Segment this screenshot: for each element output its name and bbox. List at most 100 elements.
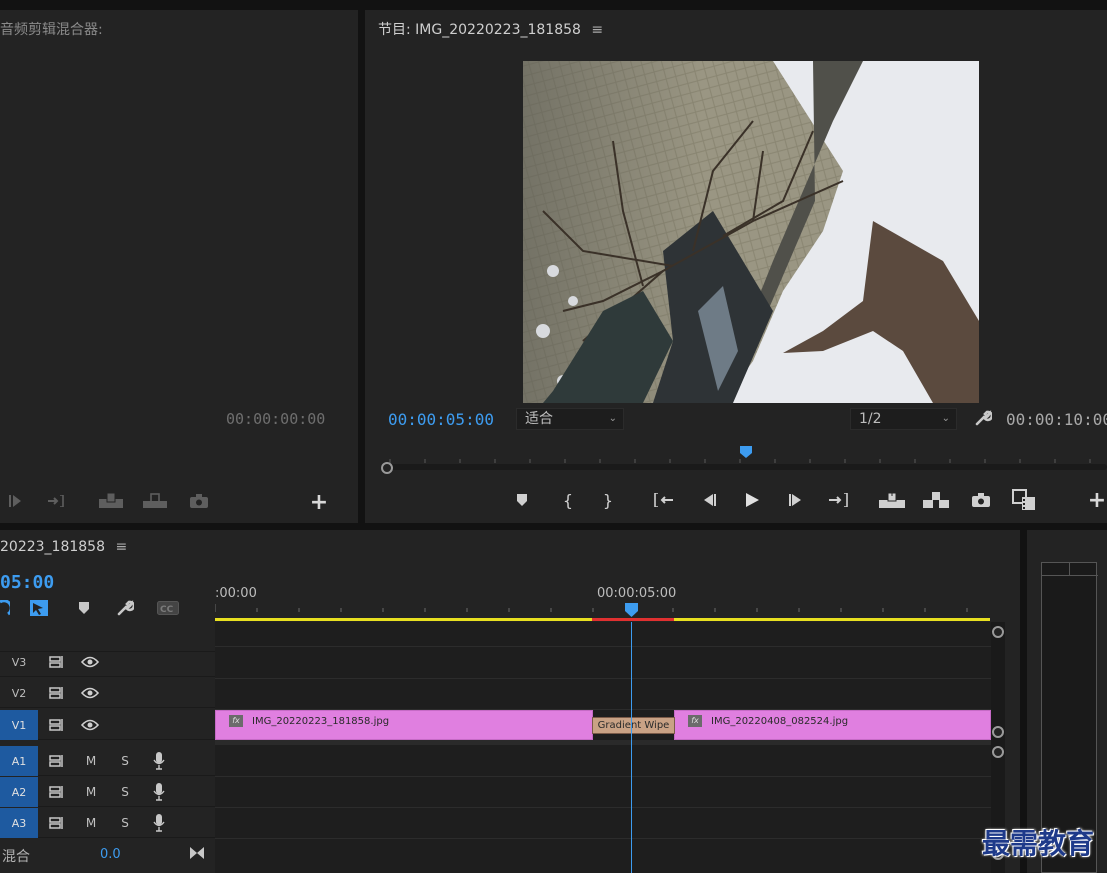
mute-button[interactable]: M xyxy=(82,752,100,770)
sync-lock-icon[interactable] xyxy=(48,783,66,801)
mark-in-icon[interactable]: { xyxy=(559,490,577,510)
fx-badge[interactable]: fx xyxy=(688,715,702,727)
panel-title: 音频剪辑混合器: xyxy=(0,22,103,38)
overwrite-icon[interactable] xyxy=(142,491,168,511)
sequence-tab-name[interactable]: 20223_181858 xyxy=(0,539,105,555)
scrub-track[interactable] xyxy=(388,464,1107,470)
fx-badge[interactable]: fx xyxy=(229,715,243,727)
microphone-icon[interactable] xyxy=(150,814,168,832)
add-button-icon[interactable]: + xyxy=(308,490,330,515)
program-monitor-panel: 节目: IMG_20220223_181858 ≡ 00:00:05:00 适合… xyxy=(365,10,1107,523)
extract-icon[interactable] xyxy=(922,490,950,510)
render-bar xyxy=(592,618,674,621)
track-header-a3: A3 M S xyxy=(0,808,215,838)
playhead-marker-icon[interactable] xyxy=(739,444,753,458)
zoom-level-select[interactable]: 适合 ⌄ xyxy=(516,408,624,430)
track-label[interactable]: V1 xyxy=(0,710,38,740)
chevron-down-icon: ⌄ xyxy=(941,413,950,424)
go-to-out-icon[interactable] xyxy=(826,490,850,510)
sync-lock-icon[interactable] xyxy=(48,684,66,702)
mix-value[interactable]: 0.0 xyxy=(100,847,121,862)
camera-icon[interactable] xyxy=(188,491,210,511)
playback-resolution-select[interactable]: 1/2 ⌄ xyxy=(850,408,957,430)
sync-lock-icon[interactable] xyxy=(48,653,66,671)
captions-icon[interactable]: CC xyxy=(156,598,180,618)
track-header-a1: A1 M S xyxy=(0,746,215,776)
track-divider xyxy=(215,776,991,777)
step-forward-icon[interactable] xyxy=(785,490,807,510)
mute-button[interactable]: M xyxy=(82,814,100,832)
track-label[interactable]: A2 xyxy=(0,777,38,807)
hamburger-icon[interactable]: ≡ xyxy=(591,22,603,38)
microphone-icon[interactable] xyxy=(150,752,168,770)
transition-clip[interactable]: Gradient Wipe xyxy=(592,717,675,734)
track-area[interactable] xyxy=(215,622,991,873)
audio-clip-mixer-panel: 音频剪辑混合器: 00:00:00:00 + xyxy=(0,10,358,523)
track-label[interactable]: V2 xyxy=(0,678,38,708)
wrench-icon[interactable] xyxy=(114,598,136,618)
mute-button[interactable]: M xyxy=(82,783,100,801)
track-divider xyxy=(215,807,991,808)
add-marker-icon[interactable] xyxy=(513,490,531,510)
video-clip[interactable]: fx IMG_20220408_082524.jpg xyxy=(674,710,991,740)
insert-icon[interactable] xyxy=(98,491,124,511)
track-label[interactable]: A1 xyxy=(0,746,38,776)
playhead-timecode[interactable]: 00:00:05:00 xyxy=(388,410,494,429)
scrub-bar[interactable] xyxy=(380,444,1107,477)
lift-icon[interactable] xyxy=(878,490,906,510)
mix-label: 混合 xyxy=(2,849,30,865)
wrench-icon[interactable] xyxy=(974,409,994,427)
track-headers: V3 V2 V1 A1 M S A2 M S A3 M S xyxy=(0,622,215,873)
hamburger-icon[interactable]: ≡ xyxy=(115,539,127,555)
timeline-panel: 20223_181858 ≡ 05:00 CC :00:00 00:00:05:… xyxy=(0,530,1020,873)
scroll-handle[interactable] xyxy=(992,626,1004,638)
mark-out-icon[interactable]: } xyxy=(599,490,617,510)
playhead-line[interactable] xyxy=(631,622,632,873)
sync-lock-icon[interactable] xyxy=(48,752,66,770)
watermark-logo: 最需教育 xyxy=(982,827,1095,860)
zoom-level-value: 适合 xyxy=(525,411,553,427)
ruler-ticks xyxy=(215,603,990,621)
add-button-icon[interactable]: + xyxy=(1087,488,1107,513)
linked-selection-icon[interactable] xyxy=(28,598,50,618)
track-divider xyxy=(215,678,991,679)
step-back-icon[interactable] xyxy=(698,490,720,510)
sync-lock-icon[interactable] xyxy=(48,716,66,734)
program-monitor-title: 节目: IMG_20220223_181858 ≡ xyxy=(378,19,603,39)
add-marker-icon[interactable] xyxy=(76,598,92,618)
sync-lock-icon[interactable] xyxy=(48,814,66,832)
scroll-handle[interactable] xyxy=(992,746,1004,758)
track-header-a2: A2 M S xyxy=(0,777,215,807)
source-timecode: 00:00:00:00 xyxy=(226,410,326,428)
video-clip[interactable]: fx IMG_20220223_181858.jpg xyxy=(215,710,593,740)
play-forward-icon[interactable] xyxy=(6,491,26,511)
scroll-handle[interactable] xyxy=(992,726,1004,738)
microphone-icon[interactable] xyxy=(150,783,168,801)
track-divider xyxy=(215,646,991,647)
sequence-timecode[interactable]: 05:00 xyxy=(0,572,54,593)
playhead-marker-icon xyxy=(625,603,638,617)
track-label[interactable]: V3 xyxy=(0,647,38,677)
solo-button[interactable]: S xyxy=(116,783,134,801)
track-header-v1: V1 xyxy=(0,710,215,740)
track-header-v3: V3 xyxy=(0,647,215,677)
eye-icon[interactable] xyxy=(81,716,99,734)
track-divider xyxy=(215,838,991,839)
video-audio-divider xyxy=(215,740,991,745)
meter-divider xyxy=(1069,563,1070,575)
snap-icon[interactable] xyxy=(0,598,10,618)
timeline-title: 20223_181858 ≡ xyxy=(0,539,127,555)
timeline-ruler[interactable]: :00:00 00:00:05:00 xyxy=(215,582,991,622)
go-to-out-icon[interactable] xyxy=(46,491,68,511)
bowtie-icon[interactable] xyxy=(189,845,205,864)
play-icon[interactable] xyxy=(741,490,763,510)
solo-button[interactable]: S xyxy=(116,752,134,770)
comparison-view-icon[interactable] xyxy=(1010,488,1038,512)
eye-icon[interactable] xyxy=(81,653,99,671)
track-label[interactable]: A3 xyxy=(0,808,38,838)
scrub-start-handle[interactable] xyxy=(381,462,393,474)
go-to-in-icon[interactable] xyxy=(652,490,676,510)
eye-icon[interactable] xyxy=(81,684,99,702)
export-frame-icon[interactable] xyxy=(970,490,992,510)
solo-button[interactable]: S xyxy=(116,814,134,832)
